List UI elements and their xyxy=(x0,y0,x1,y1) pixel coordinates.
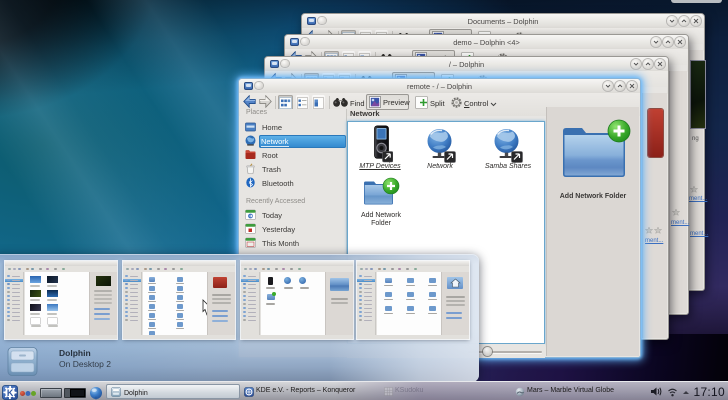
svg-text:K: K xyxy=(7,387,14,397)
